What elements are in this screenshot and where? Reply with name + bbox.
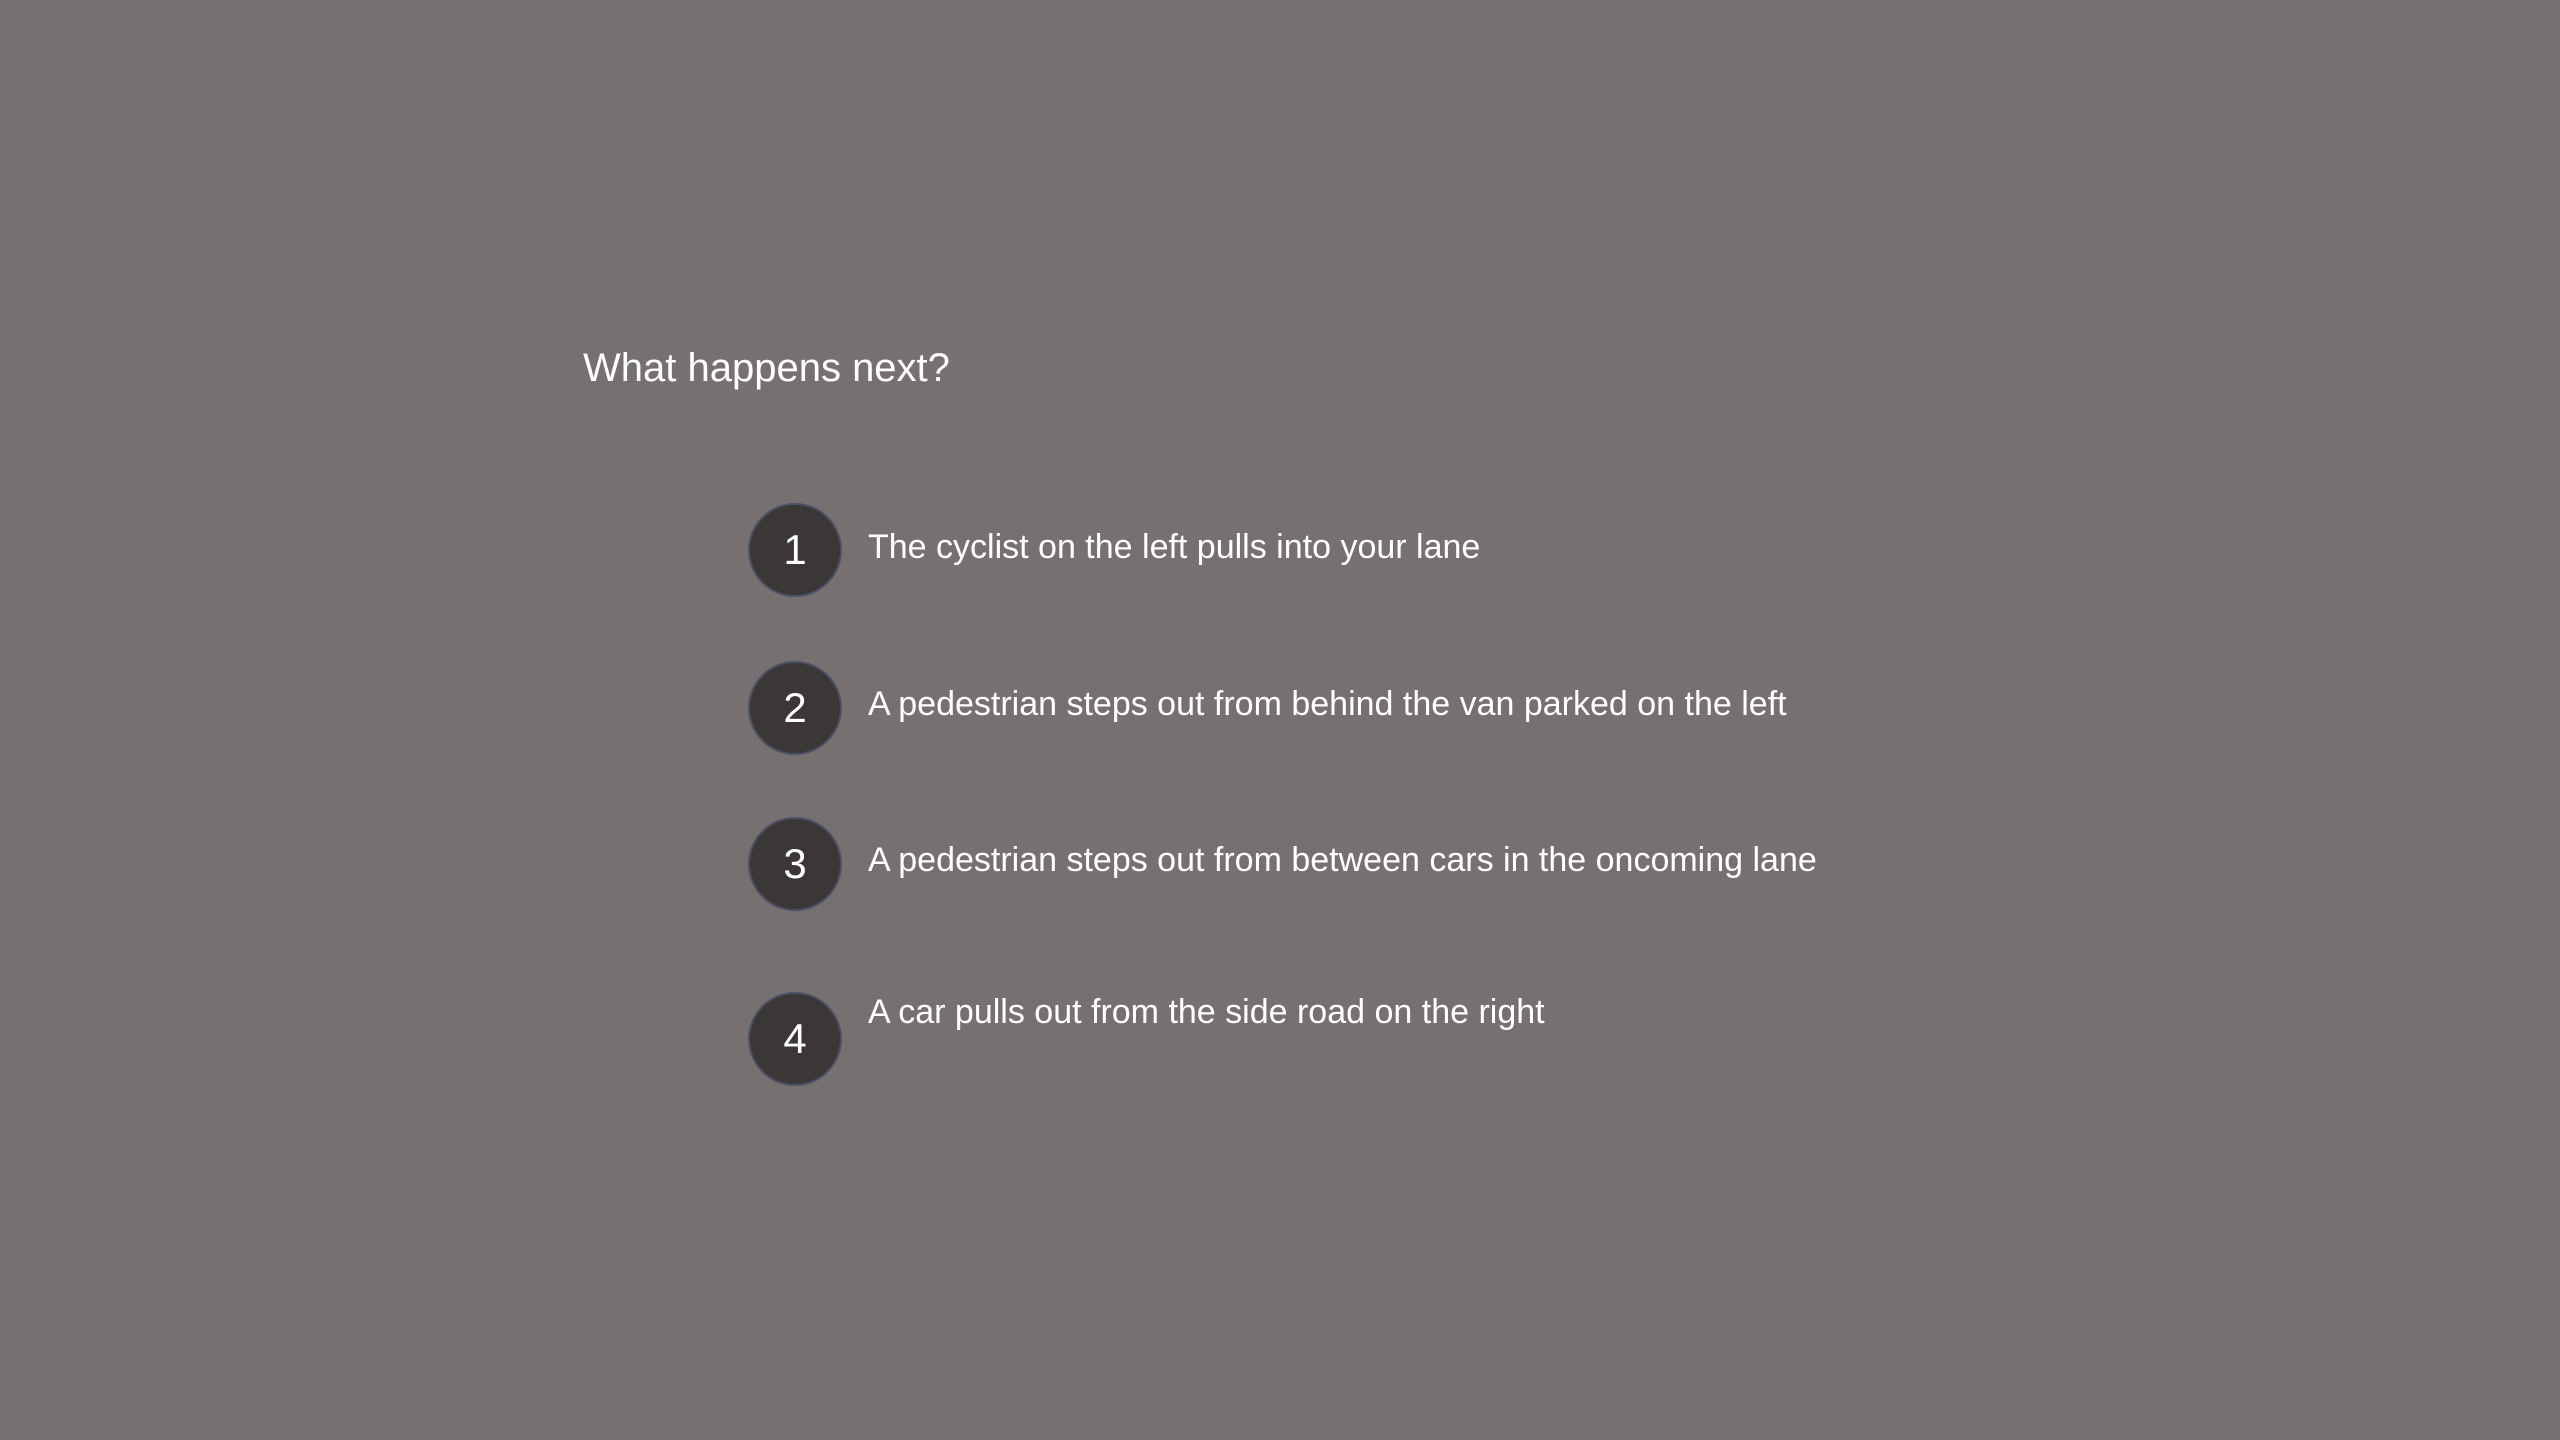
answer-option-2[interactable]: 2 A pedestrian steps out from behind the… xyxy=(748,661,1787,755)
option-number-badge[interactable]: 3 xyxy=(748,817,842,911)
option-number-badge[interactable]: 4 xyxy=(748,992,842,1086)
option-number-badge[interactable]: 1 xyxy=(748,503,842,597)
option-text[interactable]: The cyclist on the left pulls into your … xyxy=(868,527,1480,568)
answer-option-1[interactable]: 1 The cyclist on the left pulls into you… xyxy=(748,503,1480,597)
option-text[interactable]: A pedestrian steps out from between cars… xyxy=(868,840,1817,881)
answer-option-3[interactable]: 3 A pedestrian steps out from between ca… xyxy=(748,817,1817,911)
option-text[interactable]: A car pulls out from the side road on th… xyxy=(868,992,1545,1033)
answer-option-4[interactable]: 4 A car pulls out from the side road on … xyxy=(748,992,1545,1086)
question-title: What happens next? xyxy=(583,346,950,390)
option-text[interactable]: A pedestrian steps out from behind the v… xyxy=(868,684,1787,725)
option-number-badge[interactable]: 2 xyxy=(748,661,842,755)
